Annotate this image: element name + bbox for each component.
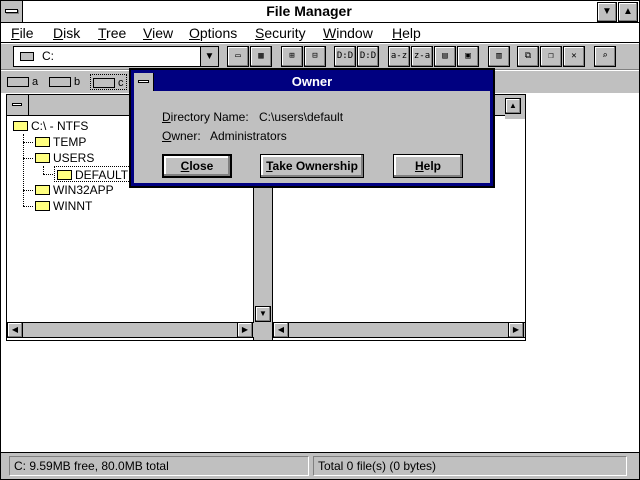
- toolbar: C: ▼ ▭ ▦ ⊞ ⊟ D:D D:D a-z z-a ▤ ▣ ▥ ⧉ ❐ ✕…: [1, 44, 639, 70]
- folder-icon: [35, 200, 50, 211]
- drive-c-button[interactable]: c: [90, 74, 127, 90]
- hard-drive-icon: [93, 78, 115, 89]
- owner-dialog: Owner Directory Name: C:\users\default O…: [129, 68, 495, 188]
- properties-view-icon[interactable]: ▣: [457, 46, 479, 67]
- menu-bar: File Disk Tree View Options Security Win…: [1, 23, 639, 43]
- list-scroll-up-icon[interactable]: ▲: [505, 98, 521, 114]
- take-ownership-button[interactable]: Take Ownership: [260, 154, 364, 178]
- tree-scroll-down-icon[interactable]: ▼: [255, 306, 271, 322]
- menu-help[interactable]: Help: [392, 24, 421, 42]
- tree-item-default[interactable]: DEFAULT: [54, 166, 132, 182]
- menu-disk[interactable]: Disk: [53, 24, 80, 42]
- connect-drive-icon[interactable]: ▭: [227, 46, 249, 67]
- minimize-button[interactable]: ▼: [597, 2, 617, 22]
- large-icons-view-icon[interactable]: D:D: [334, 46, 356, 67]
- child-system-menu-icon[interactable]: [7, 95, 29, 115]
- drive-a-button[interactable]: a: [7, 74, 38, 90]
- tree-item-users[interactable]: USERS: [35, 150, 94, 166]
- stop-sharing-icon[interactable]: ⊟: [304, 46, 326, 67]
- directory-name-value: C:\users\default: [259, 110, 344, 124]
- title-bar: File Manager ▼ ▲: [1, 1, 639, 23]
- copy-icon[interactable]: ⧉: [517, 46, 539, 67]
- details-view-icon[interactable]: ▤: [434, 46, 456, 67]
- tree-hscroll[interactable]: ◀ ▶: [7, 322, 254, 338]
- permissions-icon[interactable]: ▥: [488, 46, 510, 67]
- folder-icon: [35, 136, 50, 147]
- search-icon[interactable]: ⌕: [594, 46, 616, 67]
- drive-b-button[interactable]: b: [49, 74, 80, 90]
- dialog-title: Owner: [134, 73, 490, 91]
- close-button[interactable]: Close: [162, 154, 232, 178]
- menu-window[interactable]: Window: [323, 24, 373, 42]
- menu-view[interactable]: View: [143, 24, 173, 42]
- floppy-drive-icon: [49, 77, 71, 88]
- disconnect-drive-icon[interactable]: ▦: [250, 46, 272, 67]
- sort-descending-icon[interactable]: z-a: [411, 46, 433, 67]
- open-folder-icon: [13, 120, 28, 131]
- list-hscroll[interactable]: ◀ ▶: [273, 322, 525, 338]
- hard-drive-icon: [20, 52, 34, 61]
- drive-select[interactable]: C: ▼: [13, 46, 219, 67]
- menu-options[interactable]: Options: [189, 24, 237, 42]
- tree-scroll-right-icon[interactable]: ▶: [237, 322, 253, 338]
- owner-value: Administrators: [210, 129, 287, 143]
- status-bar: C: 9.59MB free, 80.0MB total Total 0 fil…: [1, 452, 639, 479]
- sort-ascending-icon[interactable]: a-z: [388, 46, 410, 67]
- folder-icon: [35, 152, 50, 163]
- list-scroll-right-icon[interactable]: ▶: [508, 322, 524, 338]
- floppy-drive-icon: [7, 77, 29, 88]
- paste-icon[interactable]: ❐: [540, 46, 562, 67]
- small-icons-view-icon[interactable]: D:D: [357, 46, 379, 67]
- maximize-button[interactable]: ▲: [618, 2, 638, 22]
- menu-security[interactable]: Security: [255, 24, 306, 42]
- help-button[interactable]: Help: [393, 154, 463, 178]
- tree-scroll-left-icon[interactable]: ◀: [7, 322, 23, 338]
- owner-label: Owner:: [162, 129, 201, 143]
- tree-root[interactable]: C:\ - NTFS: [13, 118, 88, 134]
- directory-name-label: Directory Name:: [162, 110, 249, 124]
- dialog-system-menu-icon[interactable]: [134, 73, 154, 91]
- menu-tree[interactable]: Tree: [98, 24, 126, 42]
- window-title: File Manager: [266, 3, 352, 19]
- folder-icon: [35, 184, 50, 195]
- share-as-icon[interactable]: ⊞: [281, 46, 303, 67]
- delete-icon[interactable]: ✕: [563, 46, 585, 67]
- menu-file[interactable]: File: [11, 24, 34, 42]
- open-folder-icon: [57, 169, 72, 180]
- tree-item-temp[interactable]: TEMP: [35, 134, 86, 150]
- list-scroll-left-icon[interactable]: ◀: [273, 322, 289, 338]
- status-file-count: Total 0 file(s) (0 bytes): [313, 456, 627, 476]
- system-menu-icon[interactable]: [1, 1, 23, 22]
- tree-item-winnt[interactable]: WINNT: [35, 198, 92, 214]
- dropdown-arrow-icon[interactable]: ▼: [200, 47, 218, 66]
- tree-item-win32app[interactable]: WIN32APP: [35, 182, 114, 198]
- status-free-space: C: 9.59MB free, 80.0MB total: [9, 456, 309, 476]
